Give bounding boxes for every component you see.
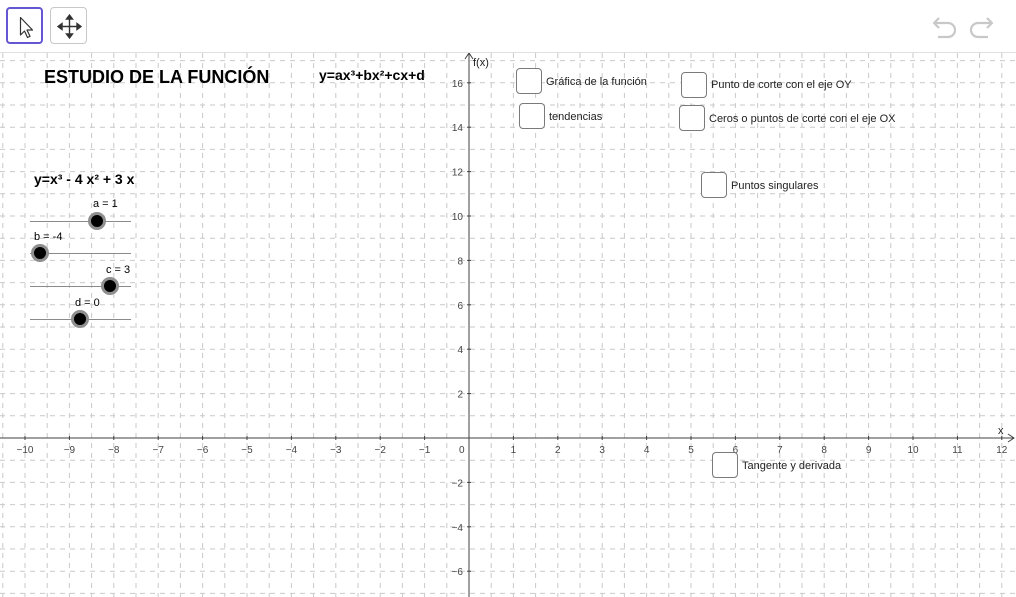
y-axis-label: f(x) [473, 57, 489, 69]
slider-b-handle[interactable] [31, 244, 49, 262]
x-tick-label: 9 [866, 445, 872, 456]
x-tick-label: −7 [152, 445, 164, 456]
x-tick-label: −10 [17, 445, 34, 456]
y-tick-label: 10 [452, 212, 464, 223]
y-tick-label: −4 [452, 523, 464, 534]
x-tick-label: 1 [511, 445, 517, 456]
x-tick-label: 12 [996, 445, 1008, 456]
slider-d-label: d = 0 [75, 297, 100, 309]
checkbox-tendencias-label: tendencias [549, 111, 603, 123]
checkbox-ceros-eje-ox[interactable] [679, 105, 705, 131]
x-tick-label: −5 [241, 445, 253, 456]
x-tick-label: 7 [777, 445, 783, 456]
toolbar [0, 0, 1016, 53]
x-tick-label: −6 [197, 445, 209, 456]
slider-a-track[interactable] [30, 221, 131, 222]
tick-labels: xf(x)−10 −9 −8 −7 −6 −5 −4 −3 −2 −1 0 1 2 3 4 5 6 7 8 9 10 11… [17, 57, 1008, 578]
slider-a-handle[interactable] [88, 212, 106, 230]
move-graphics-view-button[interactable] [50, 7, 87, 44]
x-tick-label: −4 [286, 445, 298, 456]
y-tick-label: 4 [457, 345, 463, 356]
x-tick-label: 0 [459, 445, 465, 456]
checkbox-corte-eje-oy[interactable] [681, 72, 707, 98]
cursor-arrow-icon [19, 16, 34, 39]
x-tick-label: 8 [821, 445, 827, 456]
x-tick-label: −2 [374, 445, 386, 456]
grid [0, 53, 1016, 597]
y-tick-label: −6 [452, 567, 464, 578]
slider-c-label: c = 3 [106, 264, 131, 276]
general-formula: y=ax³+bx²+cx+d [319, 67, 425, 83]
checkbox-grafica-funcion[interactable] [516, 68, 542, 94]
y-tick-label: 6 [457, 301, 463, 312]
x-tick-label: −8 [108, 445, 120, 456]
y-tick-label: 14 [452, 123, 464, 134]
x-tick-label: 4 [644, 445, 650, 456]
move-tool-button[interactable] [6, 7, 43, 44]
graphics-view[interactable]: xf(x)−10 −9 −8 −7 −6 −5 −4 −3 −2 −1 0 1 2 3 4 5 6 7 8 9 10 11… [0, 53, 1016, 597]
x-tick-label: 5 [688, 445, 694, 456]
slider-c-handle[interactable] [101, 277, 119, 295]
slider-b-label: b = -4 [34, 231, 63, 243]
y-tick-label: 2 [457, 390, 463, 401]
checkbox-puntos-singulares-label: Puntos singulares [731, 180, 819, 192]
worksheet-title: ESTUDIO DE LA FUNCIÓN [44, 67, 270, 87]
checkbox-ceros-eje-ox-label: Ceros o puntos de corte con el eje OX [709, 113, 896, 125]
checkbox-tendencias[interactable] [519, 103, 545, 129]
checkbox-tangente-derivada[interactable] [712, 452, 738, 478]
x-tick-label: 2 [555, 445, 561, 456]
slider-d-handle[interactable] [71, 310, 89, 328]
x-tick-label: 11 [952, 445, 963, 456]
y-tick-label: 16 [452, 79, 464, 90]
checkbox-puntos-singulares[interactable] [701, 172, 727, 198]
x-tick-label: −1 [419, 445, 431, 456]
x-tick-label: 3 [599, 445, 605, 456]
undo-icon[interactable] [930, 12, 960, 40]
x-tick-label: 10 [907, 445, 919, 456]
x-axis-label: x [998, 425, 1004, 437]
checkbox-tangente-derivada-label: Tangente y derivada [742, 460, 842, 472]
checkbox-corte-eje-oy-label: Punto de corte con el eje OY [711, 79, 852, 91]
y-tick-label: 12 [452, 168, 464, 179]
checkbox-grafica-funcion-label: Gráfica de la función [546, 76, 647, 88]
x-tick-label: −3 [330, 445, 342, 456]
axes [0, 53, 1015, 597]
slider-a-label: a = 1 [93, 198, 118, 210]
current-formula: y=x³ - 4 x² + 3 x [34, 171, 135, 187]
x-tick-label: −9 [64, 445, 76, 456]
move-arrows-icon [56, 13, 83, 40]
y-tick-label: 8 [457, 256, 463, 267]
y-tick-label: −2 [452, 478, 464, 489]
redo-icon[interactable] [966, 12, 996, 40]
